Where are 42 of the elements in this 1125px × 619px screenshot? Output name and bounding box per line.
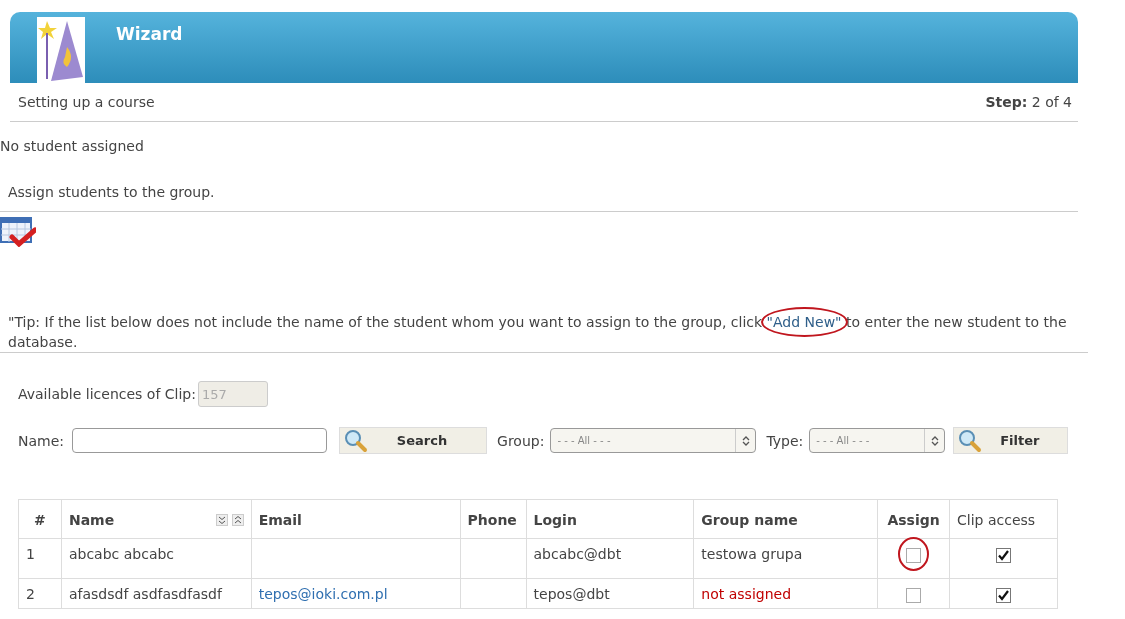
column-header: Email <box>251 499 461 539</box>
checkbox[interactable] <box>996 547 1012 563</box>
checkbox[interactable] <box>906 587 922 603</box>
search-button[interactable]: Search <box>339 427 488 454</box>
group-label: Group: <box>497 431 545 451</box>
licences-field: 157 <box>197 381 268 407</box>
column-header: Assign <box>877 499 950 539</box>
student-login: tepos@dbt <box>526 578 694 609</box>
status-text: No student assigned <box>0 137 144 156</box>
row-number: 1 <box>18 538 62 579</box>
step-indicator: Step: 2 of 4 <box>985 93 1072 112</box>
wizard-hat-icon <box>37 17 85 83</box>
checkbox[interactable] <box>906 547 922 563</box>
column-header: # <box>18 499 62 539</box>
licences-label: Available licences of Clip: <box>18 385 196 404</box>
checkbox[interactable] <box>996 587 1012 603</box>
student-login: abcabc@dbt <box>526 538 694 579</box>
name-label: Name: <box>18 431 65 451</box>
sort-icons[interactable] <box>215 513 244 526</box>
course-setup-label: Setting up a course <box>18 93 155 112</box>
name-input[interactable] <box>72 428 328 453</box>
column-header: Clip access <box>949 499 1058 539</box>
wizard-title: Wizard <box>116 23 183 44</box>
add-new-link[interactable]: "Add New" <box>766 314 842 330</box>
column-header: Phone <box>460 499 527 539</box>
student-email: tepos@ioki.com.pl <box>251 578 461 609</box>
row-number: 2 <box>18 578 62 609</box>
column-header: Login <box>526 499 694 539</box>
student-name: abcabc abcabc <box>61 538 252 579</box>
column-header: Group name <box>693 499 878 539</box>
column-header: Name <box>68 510 115 530</box>
tip-text: "Tip: If the list below does not include the name of the student whom you want to assign to the group, click "Add New" to enter the new student to the database. <box>8 312 1068 352</box>
search-icon <box>958 428 983 453</box>
type-label: Type: <box>766 431 804 451</box>
group-name: testowa grupa <box>693 538 878 579</box>
spinner-arrows-icon <box>930 434 939 447</box>
group-name: not assigned <box>693 578 878 609</box>
filter-button[interactable]: Filter <box>953 427 1069 454</box>
search-icon <box>344 428 369 453</box>
student-name: afasdsdf asdfasdfasdf <box>61 578 252 609</box>
section-title: Assign students to the group. <box>8 184 215 200</box>
spinner-arrows-icon <box>741 434 750 447</box>
